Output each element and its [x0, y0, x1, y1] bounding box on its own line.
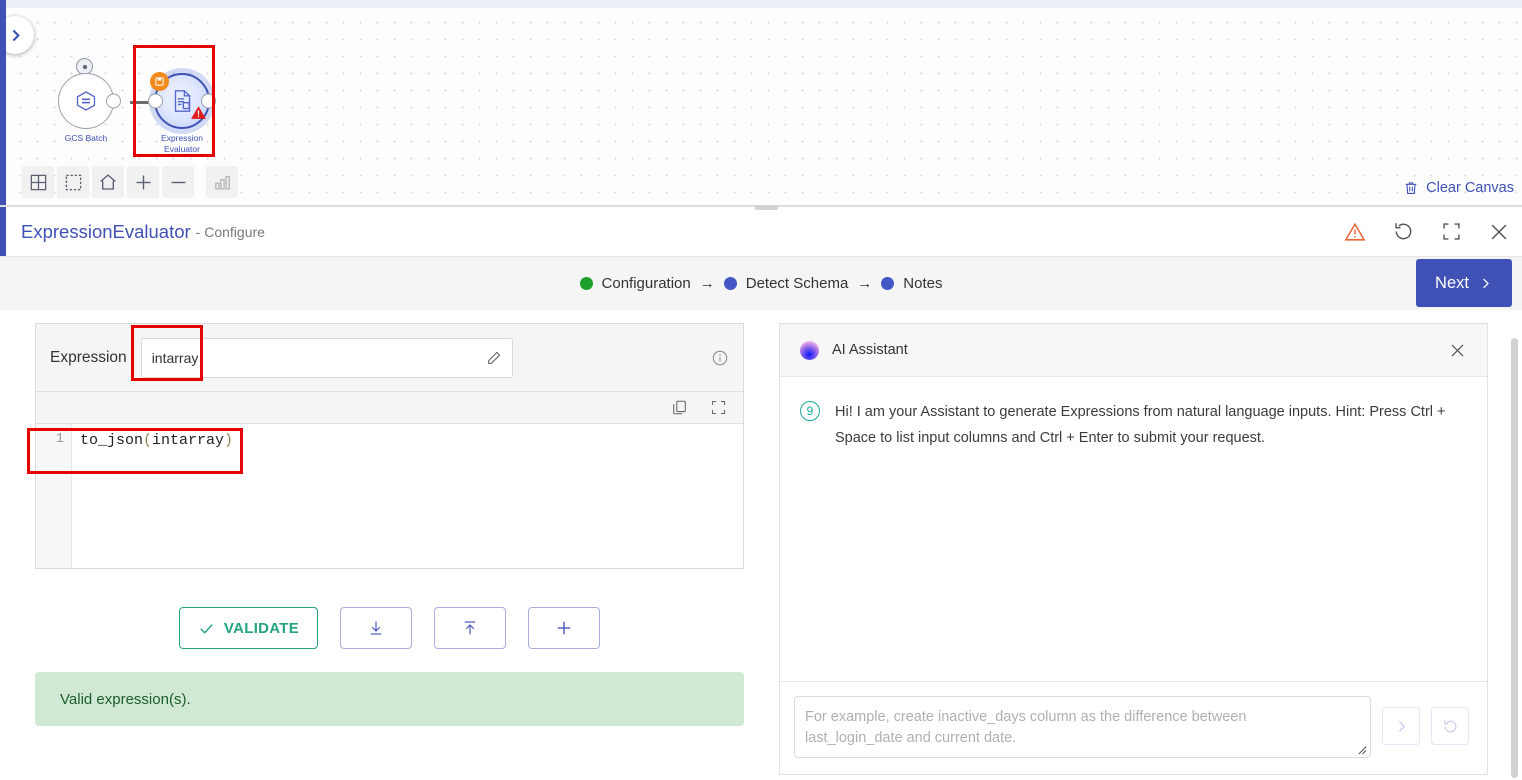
save-glyph	[154, 76, 165, 87]
step-dot-configuration	[580, 277, 593, 290]
close-icon[interactable]	[1488, 221, 1510, 243]
grid-layout-icon[interactable]	[22, 166, 54, 198]
database-hex-icon	[74, 89, 98, 113]
step-label-detect-schema[interactable]: Detect Schema	[746, 275, 849, 292]
code-argument: intarray	[152, 432, 224, 449]
ai-assistant-messages: 9 Hi! I am your Assistant to generate Ex…	[780, 377, 1487, 681]
editor-toolbar	[36, 392, 743, 424]
top-strip	[0, 0, 1522, 8]
ai-assistant-header: AI Assistant	[780, 324, 1487, 377]
node-label: Expression Evaluator	[137, 133, 227, 154]
step-separator: →	[857, 275, 872, 292]
code-function-name: to_json	[80, 432, 143, 449]
code-editor[interactable]: 1 to_json(intarray)	[36, 424, 743, 568]
step-dot-detect-schema	[724, 277, 737, 290]
next-button-label: Next	[1435, 274, 1469, 293]
assistant-message: 9 Hi! I am your Assistant to generate Ex…	[800, 399, 1461, 451]
check-icon	[198, 620, 215, 637]
save-badge-icon[interactable]	[150, 72, 169, 91]
ai-prompt-wrapper[interactable]	[794, 696, 1371, 758]
node-expression-evaluator[interactable]: Expression Evaluator	[154, 73, 210, 129]
download-button[interactable]	[340, 607, 412, 649]
ai-assistant-panel: AI Assistant 9 Hi! I am your Assistant t…	[779, 323, 1488, 775]
clear-canvas-label: Clear Canvas	[1426, 180, 1514, 196]
warning-triangle-icon[interactable]	[1344, 221, 1366, 243]
ai-assistant-title: AI Assistant	[832, 342, 908, 358]
copy-icon[interactable]	[671, 399, 688, 416]
upload-icon	[461, 619, 479, 637]
expression-row: Expression	[36, 324, 743, 392]
fullscreen-icon[interactable]	[1441, 221, 1462, 242]
step-label-notes[interactable]: Notes	[903, 275, 942, 292]
expression-input[interactable]	[152, 350, 486, 366]
configure-panel-header: ExpressionEvaluator - Configure	[0, 207, 1522, 256]
chevron-right-icon	[1478, 276, 1493, 291]
step-navigation: Configuration → Detect Schema → Notes	[0, 256, 1522, 310]
assistant-badge-icon: 9	[800, 401, 820, 421]
step-separator: →	[700, 275, 715, 292]
clear-canvas-button[interactable]: Clear Canvas	[1403, 180, 1514, 196]
panel-resize-handle[interactable]	[755, 205, 778, 210]
zoom-out-icon[interactable]	[162, 166, 194, 198]
plus-icon	[554, 618, 574, 638]
output-port[interactable]	[106, 94, 121, 109]
step-dot-notes	[881, 277, 894, 290]
upload-button[interactable]	[434, 607, 506, 649]
expression-actions: VALIDATE	[35, 607, 744, 649]
step-label-configuration[interactable]: Configuration	[602, 275, 691, 292]
validation-message: Valid expression(s).	[35, 672, 744, 726]
code-close-paren: )	[224, 432, 233, 449]
info-circle-icon[interactable]	[711, 349, 729, 367]
gcs-batch-circle[interactable]	[58, 73, 114, 129]
select-region-icon[interactable]	[57, 166, 89, 198]
validation-message-text: Valid expression(s).	[60, 691, 191, 708]
next-button[interactable]: Next	[1416, 259, 1512, 307]
reset-icon	[1442, 718, 1459, 735]
page-scrollbar[interactable]	[1511, 338, 1518, 778]
warning-triangle-glyph	[190, 104, 207, 121]
validate-button[interactable]: VALIDATE	[179, 607, 318, 649]
expression-card: Expression	[35, 323, 744, 569]
ai-orb-icon	[800, 341, 819, 360]
add-button[interactable]	[528, 607, 600, 649]
close-icon[interactable]	[1448, 341, 1467, 360]
expression-label: Expression	[50, 349, 127, 367]
node-warning-icon[interactable]	[190, 104, 207, 126]
download-icon	[367, 619, 385, 637]
canvas-toolbar	[22, 166, 238, 198]
trash-icon	[1403, 180, 1419, 196]
configure-body: Expression	[0, 310, 1522, 780]
zoom-in-icon[interactable]	[127, 166, 159, 198]
validate-button-label: VALIDATE	[224, 620, 299, 637]
node-gcs-batch[interactable]: GCS Batch	[58, 73, 114, 129]
code-open-paren: (	[143, 432, 152, 449]
pencil-icon[interactable]	[486, 350, 502, 366]
bar-chart-icon[interactable]	[206, 166, 238, 198]
expression-input-wrapper[interactable]	[141, 338, 513, 378]
home-icon[interactable]	[92, 166, 124, 198]
assistant-message-text: Hi! I am your Assistant to generate Expr…	[835, 399, 1461, 451]
line-number: 1	[36, 432, 64, 447]
ai-send-button[interactable]	[1382, 707, 1420, 745]
steps-list: Configuration → Detect Schema → Notes	[580, 275, 943, 292]
chevron-right-icon	[1393, 718, 1410, 735]
node-label: GCS Batch	[41, 133, 131, 144]
pipeline-canvas[interactable]: GCS Batch	[6, 8, 1522, 205]
canvas-expand-toggle[interactable]	[6, 16, 34, 54]
ai-prompt-input[interactable]	[795, 697, 1370, 757]
editor-gutter: 1	[36, 424, 72, 568]
eye-glyph	[80, 62, 90, 72]
expression-evaluator-circle[interactable]	[154, 73, 210, 129]
expand-editor-icon[interactable]	[710, 399, 727, 416]
app-root: GCS Batch	[0, 0, 1522, 780]
editor-code-line[interactable]: to_json(intarray)	[72, 424, 743, 568]
ai-assistant-input-area	[780, 681, 1487, 774]
panel-header-actions	[1344, 207, 1510, 256]
input-port[interactable]	[148, 94, 163, 109]
reset-icon[interactable]	[1392, 220, 1415, 243]
chevron-right-icon	[7, 27, 24, 44]
ai-refresh-button[interactable]	[1431, 707, 1469, 745]
page-title: ExpressionEvaluator	[21, 221, 191, 243]
page-subtitle: - Configure	[196, 224, 265, 240]
